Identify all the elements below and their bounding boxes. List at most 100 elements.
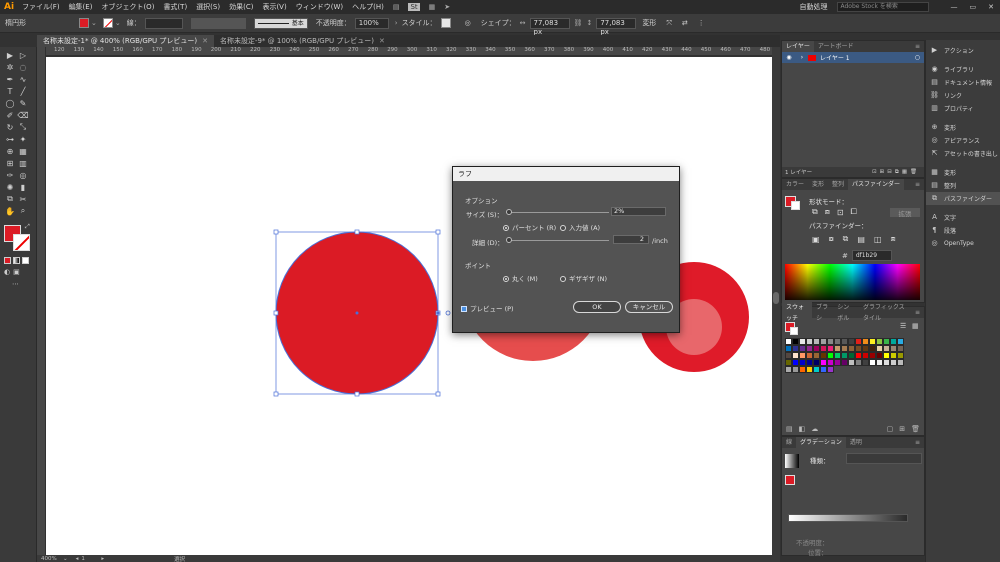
prev-artboard-icon[interactable]: ◂ <box>76 556 79 562</box>
minimize-icon[interactable]: — <box>951 3 958 11</box>
stock-icon[interactable]: St <box>408 3 420 11</box>
curvature-tool-icon[interactable]: ∿ <box>17 73 29 85</box>
menu-type[interactable]: 書式(T) <box>163 2 187 12</box>
width-tool-icon[interactable]: ⊶ <box>4 133 16 145</box>
isolate-icon[interactable]: ⇄ <box>682 19 688 27</box>
swatch-cell[interactable] <box>792 359 799 366</box>
paintbrush-tool-icon[interactable]: ✎ <box>17 97 29 109</box>
dock-document-info[interactable]: ▤ ドキュメント情報 <box>926 76 1000 89</box>
swatch-cell[interactable] <box>799 338 806 345</box>
radio-smooth[interactable]: 丸く (M) <box>503 273 538 283</box>
horizontal-ruler[interactable]: 120 130 140 150 160 170 180 190 200 210 220 230 240 2… <box>46 47 772 56</box>
swatch-cell[interactable] <box>792 338 799 345</box>
swatch-cell[interactable] <box>799 366 806 373</box>
fill-swatch[interactable] <box>79 18 89 28</box>
dock-links[interactable]: ⛓ リンク <box>926 89 1000 102</box>
swatch-cell[interactable] <box>848 338 855 345</box>
trash-icon[interactable]: 🗑 <box>911 425 920 433</box>
puppet-warp-tool-icon[interactable]: ✦ <box>17 133 29 145</box>
swatch-cell[interactable] <box>890 338 897 345</box>
height-field[interactable]: 77,083 px <box>596 17 637 36</box>
swatch-cell[interactable] <box>785 345 792 352</box>
layer-actions-icon[interactable]: ⊡⊞⊟⧉▦🗑 <box>872 169 920 176</box>
tab-stroke[interactable]: 線 <box>782 437 796 448</box>
color-spectrum[interactable] <box>785 264 920 300</box>
scale-tool-icon[interactable]: ⤡ <box>17 121 29 133</box>
layer-row[interactable]: ◉ › レイヤー 1 ○ <box>782 52 924 63</box>
swatch-cell[interactable] <box>862 359 869 366</box>
swatch-cell[interactable] <box>855 338 862 345</box>
tab-document-9[interactable]: 名称未設定-9* @ 100% (RGB/GPU プレビュー) ✕ <box>214 35 391 47</box>
swatch-cell[interactable] <box>792 366 799 373</box>
swatch-cell[interactable] <box>820 366 827 373</box>
dock-opentype[interactable]: ◎ OpenType <box>926 237 1000 250</box>
tab-color[interactable]: カラー <box>782 179 808 190</box>
expand-button[interactable]: 拡張 <box>890 208 920 218</box>
swatch-cell[interactable] <box>834 352 841 359</box>
stroke-weight-field[interactable] <box>144 17 183 29</box>
swatch-cell[interactable] <box>813 366 820 373</box>
graphic-style-swatch[interactable] <box>440 18 451 28</box>
chevron-right-icon[interactable]: › <box>395 19 398 27</box>
outline-icon[interactable]: ◫ <box>874 235 882 244</box>
swatch-cell[interactable] <box>876 359 883 366</box>
magic-wand-tool-icon[interactable]: ✲ <box>4 61 16 73</box>
swatch-kind-icon[interactable]: ◧ <box>799 425 806 433</box>
radio-percent[interactable]: パーセント (R) <box>503 222 556 232</box>
swatch-cell[interactable] <box>792 345 799 352</box>
swatch-cell[interactable] <box>869 359 876 366</box>
ellipse-tool-icon[interactable]: ◯ <box>4 97 16 109</box>
dock-character[interactable]: A 文字 <box>926 211 1000 224</box>
close-icon[interactable]: ✕ <box>202 35 208 47</box>
mesh-tool-icon[interactable]: ⊞ <box>4 157 16 169</box>
recolor-icon[interactable]: ◎ <box>465 19 471 27</box>
swatch-cell[interactable] <box>855 359 862 366</box>
swatch-cell[interactable] <box>876 345 883 352</box>
draw-mode-icon[interactable]: ◐ <box>4 268 10 276</box>
slice-tool-icon[interactable]: ✂ <box>17 193 29 205</box>
live-corner-widget[interactable] <box>445 310 451 316</box>
selection-tool-icon[interactable]: ▶ <box>4 49 16 61</box>
gradient-type-dropdown[interactable] <box>846 453 922 464</box>
detail-slider-knob[interactable] <box>506 237 512 243</box>
swatch-cell[interactable] <box>841 338 848 345</box>
swatch-cell[interactable] <box>876 352 883 359</box>
new-swatch-icon[interactable]: ⊞ <box>899 425 905 433</box>
ok-button[interactable]: OK <box>573 301 621 313</box>
swatch-cell[interactable] <box>876 338 883 345</box>
unite-icon[interactable]: ⧉ <box>812 207 818 217</box>
hand-tool-icon[interactable]: ✋ <box>4 205 16 217</box>
more-tools-icon[interactable]: ⋯ <box>0 280 36 288</box>
layer-name[interactable]: レイヤー 1 <box>820 53 850 62</box>
swatch-cell[interactable] <box>792 352 799 359</box>
gradient-slider[interactable] <box>788 514 908 522</box>
exclude-icon[interactable]: ⧠ <box>851 207 857 217</box>
swatch-cell[interactable] <box>883 359 890 366</box>
swatch-cell[interactable] <box>890 352 897 359</box>
gradient-tool-icon[interactable]: ▥ <box>17 157 29 169</box>
menu-edit[interactable]: 編集(E) <box>69 2 93 12</box>
swatch-cell[interactable] <box>869 345 876 352</box>
close-icon[interactable]: ✕ <box>379 35 385 47</box>
transform-link[interactable]: 変形 <box>642 18 656 28</box>
eraser-tool-icon[interactable]: ⌫ <box>17 109 29 121</box>
color-stroke-box[interactable] <box>791 201 800 210</box>
target-icon[interactable]: ○ <box>915 54 920 61</box>
swatch-cell[interactable] <box>799 345 806 352</box>
new-group-icon[interactable]: ▢ <box>887 425 894 433</box>
tab-transform[interactable]: 変形 <box>808 179 828 190</box>
gradient-mode-icon[interactable] <box>13 257 20 264</box>
transform-icon[interactable]: ⤧ <box>666 19 672 28</box>
swatch-cell[interactable] <box>785 366 792 373</box>
swatch-cell[interactable] <box>827 359 834 366</box>
swatch-cell[interactable] <box>890 345 897 352</box>
swatch-cell[interactable] <box>834 345 841 352</box>
opacity-field[interactable]: 100% <box>354 17 389 29</box>
screen-mode-icon[interactable]: ▣ <box>13 268 20 276</box>
perspective-tool-icon[interactable]: ▦ <box>17 145 29 157</box>
swatch-cell[interactable] <box>883 338 890 345</box>
shaper-tool-icon[interactable]: ✐ <box>4 109 16 121</box>
radio-absolute[interactable]: 入力値 (A) <box>560 222 600 232</box>
trim-icon[interactable]: ⧇ <box>829 234 834 244</box>
swatch-cell[interactable] <box>813 338 820 345</box>
